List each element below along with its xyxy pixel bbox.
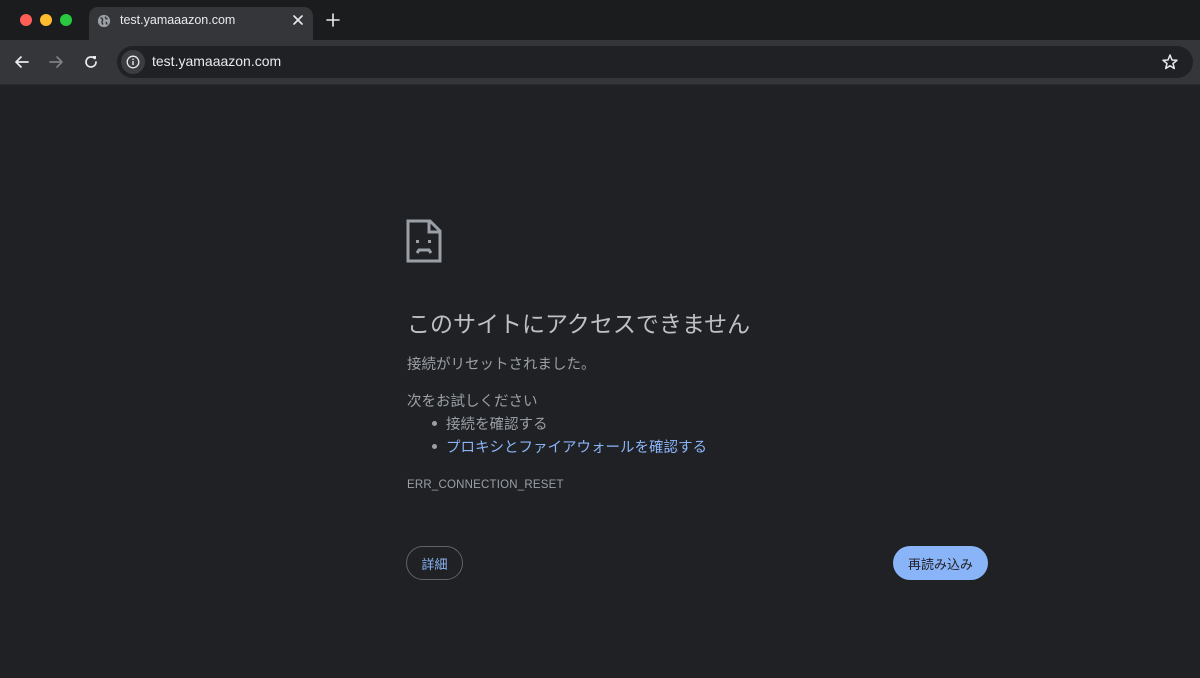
address-bar[interactable]: test.yamaaazon.com [117,46,1193,78]
star-icon[interactable] [1161,53,1179,71]
forward-arrow-icon[interactable] [46,52,66,72]
sad-document-icon [406,219,442,263]
close-window-button[interactable] [20,14,32,26]
toolbar: test.yamaaazon.com [0,40,1200,85]
suggestion-check-proxy-link[interactable]: プロキシとファイアウォールを確認する [407,436,707,459]
close-icon[interactable] [290,12,306,28]
globe-icon [97,14,111,28]
url-text[interactable]: test.yamaaazon.com [152,53,281,69]
maximize-window-button[interactable] [60,14,72,26]
details-button[interactable]: 詳細 [406,546,463,580]
minimize-window-button[interactable] [40,14,52,26]
tab-active[interactable]: test.yamaaazon.com [89,7,313,40]
error-code: ERR_CONNECTION_RESET [407,479,564,491]
site-info-button[interactable] [121,50,145,74]
error-description: 接続がリセットされました。 [407,357,596,373]
tab-strip: test.yamaaazon.com [0,0,1200,40]
browser-window: test.yamaaazon.com test.yamaaazon.com この… [0,0,1200,678]
suggestion-list: 接続を確認する プロキシとファイアウォールを確認する [407,413,707,459]
tab-title: test.yamaaazon.com [120,13,236,27]
suggestion-check-connection: 接続を確認する [407,413,707,436]
error-page: このサイトにアクセスできません 接続がリセットされました。 次をお試しください … [0,85,1200,678]
reload-icon[interactable] [81,52,101,72]
info-icon [126,55,140,69]
new-tab-plus-icon[interactable] [325,12,341,28]
error-heading: このサイトにアクセスできません [407,312,751,338]
try-label: 次をお試しください [407,394,538,410]
reload-button[interactable]: 再読み込み [893,546,988,580]
back-arrow-icon[interactable] [12,52,32,72]
